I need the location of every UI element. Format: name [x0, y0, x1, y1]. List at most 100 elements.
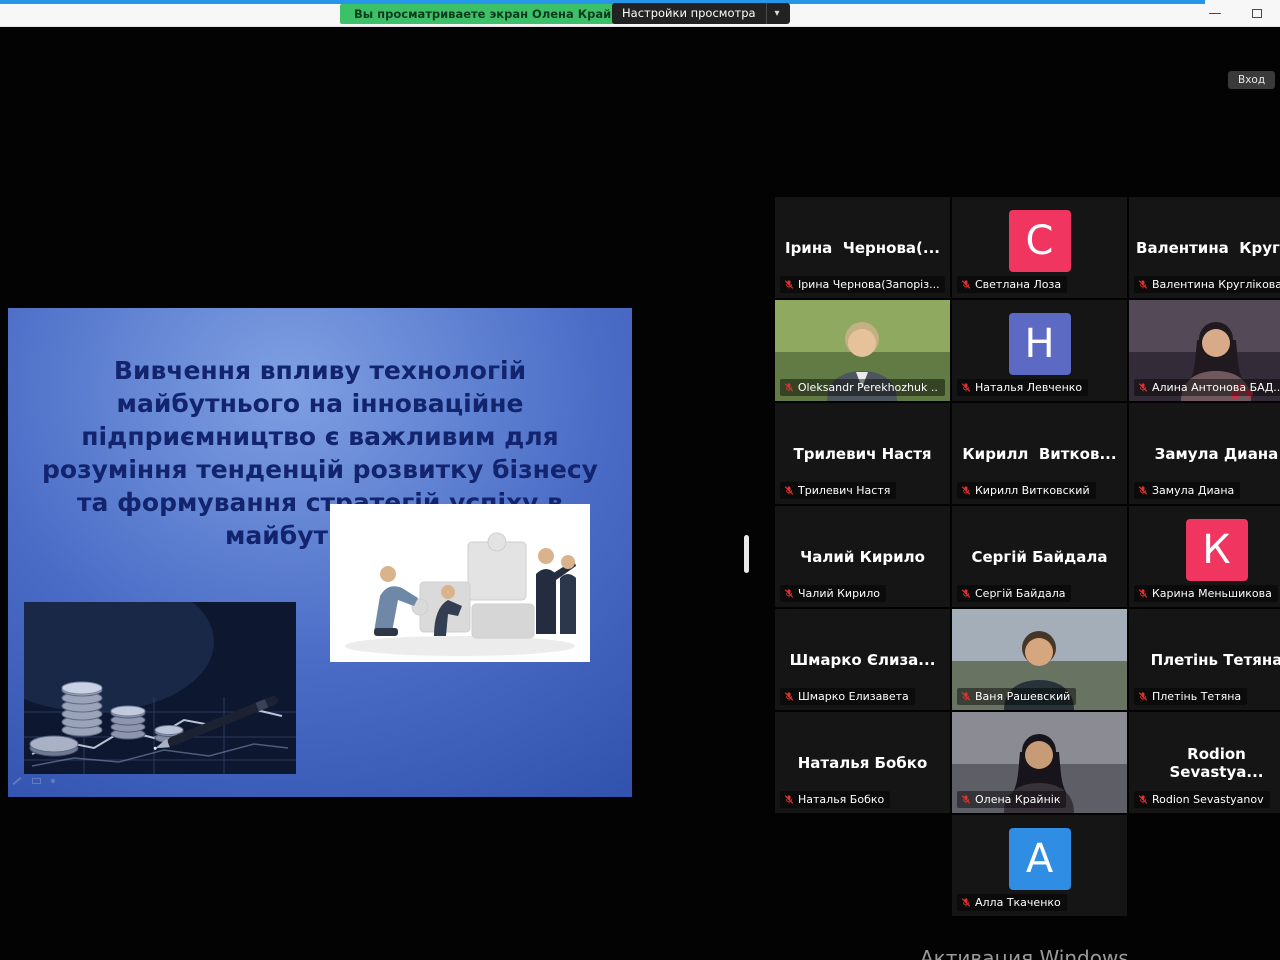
participant-name-label: Плетінь Тетяна	[1152, 690, 1241, 703]
participant-label: Трилевич Настя	[780, 482, 896, 499]
participant-name-label: Наталья Левченко	[975, 381, 1082, 394]
minimize-button[interactable]: —	[1202, 4, 1228, 23]
mic-muted-icon	[1138, 794, 1148, 805]
maximize-button[interactable]	[1244, 4, 1270, 23]
meeting-stage: Вход Вивчення впливу технологій майбутнь…	[0, 27, 1280, 960]
participant-letter-avatar: К	[1186, 519, 1248, 581]
mic-muted-icon	[961, 279, 971, 290]
participant-label: Замула Диана	[1134, 482, 1240, 499]
mic-muted-icon	[961, 691, 971, 702]
participant-name-label: Кирилл Витковский	[975, 484, 1090, 497]
participant-tile[interactable]: Oleksandr Perekhozhuk ...	[775, 300, 950, 401]
participant-label: Rodion Sevastyanov	[1134, 791, 1270, 808]
mic-muted-icon	[1138, 279, 1148, 290]
participant-label: Ірина Чернова(Запоріз...	[780, 276, 945, 293]
mic-muted-icon	[1138, 485, 1148, 496]
participant-tile[interactable]: Валентина Круг... Валентина Круглікова	[1129, 197, 1280, 298]
participant-letter-avatar: Н	[1009, 313, 1071, 375]
windows-activation-watermark: Активация Windows Чтобы активировать Win…	[920, 946, 1278, 960]
watermark-title: Активация Windows	[920, 946, 1278, 960]
participants-panel: Ірина Чернова(... Ірина Чернова(Запоріз.…	[775, 197, 1280, 916]
participant-name-label: Светлана Лоза	[975, 278, 1061, 291]
mic-muted-icon	[961, 485, 971, 496]
pointer-icon[interactable]	[51, 779, 55, 783]
participant-name-label: Шмарко Елизавета	[798, 690, 909, 703]
participant-tile[interactable]: Наталья Бобко Наталья Бобко	[775, 712, 950, 813]
participant-name-label: Карина Меньшикова	[1152, 587, 1272, 600]
participant-name-label: Чалий Кирило	[798, 587, 880, 600]
mic-muted-icon	[961, 382, 971, 393]
participant-tile[interactable]: Замула Диана Замула Диана	[1129, 403, 1280, 504]
participant-name-label: Сергій Байдала	[975, 587, 1065, 600]
screen-share-banner: Вы просматриваете экран Олена Крайнік	[340, 4, 645, 24]
participant-name-label: Алина Антонова БАД...	[1152, 381, 1280, 394]
participant-tile[interactable]: Трилевич Настя Трилевич Настя	[775, 403, 950, 504]
participant-label: Шмарко Елизавета	[780, 688, 915, 705]
participant-tile[interactable]: Ваня Рашевский	[952, 609, 1127, 710]
participant-tile[interactable]: Н Наталья Левченко	[952, 300, 1127, 401]
participant-name-label: Ваня Рашевский	[975, 690, 1070, 703]
participant-tile[interactable]: Чалий Кирило Чалий Кирило	[775, 506, 950, 607]
participant-tile[interactable]: Олена Крайнік	[952, 712, 1127, 813]
participants-grid: Ірина Чернова(... Ірина Чернова(Запоріз.…	[775, 197, 1280, 916]
participant-label: Чалий Кирило	[780, 585, 886, 602]
mic-muted-icon	[1138, 382, 1148, 393]
participant-label: Кирилл Витковский	[957, 482, 1096, 499]
participant-tile[interactable]: Rodion Sevastya... Rodion Sevastyanov	[1129, 712, 1280, 813]
participant-tile[interactable]: Алина Антонова БАД...	[1129, 300, 1280, 401]
participant-label: Ваня Рашевский	[957, 688, 1076, 705]
entry-button[interactable]: Вход	[1228, 71, 1275, 89]
mic-muted-icon	[784, 485, 794, 496]
participant-name-label: Oleksandr Perekhozhuk ...	[798, 381, 939, 394]
participant-tile[interactable]: Сергій Байдала Сергій Байдала	[952, 506, 1127, 607]
participant-tile[interactable]: Ірина Чернова(... Ірина Чернова(Запоріз.…	[775, 197, 950, 298]
mic-muted-icon	[961, 794, 971, 805]
shape-icon[interactable]	[32, 778, 41, 784]
maximize-icon	[1252, 9, 1262, 18]
participant-name-label: Наталья Бобко	[798, 793, 884, 806]
mic-muted-icon	[784, 279, 794, 290]
mic-muted-icon	[784, 588, 794, 599]
view-settings-label: Настройки просмотра	[622, 3, 756, 24]
mic-muted-icon	[961, 588, 971, 599]
participant-label: Oleksandr Perekhozhuk ...	[780, 379, 945, 396]
participant-name-label: Алла Ткаченко	[975, 896, 1061, 909]
participant-name-label: Валентина Круглікова	[1152, 278, 1280, 291]
participant-name-label: Ірина Чернова(Запоріз...	[798, 278, 939, 291]
chevron-down-icon: ▾	[766, 3, 780, 24]
participant-label: Олена Крайнік	[957, 791, 1066, 808]
mic-muted-icon	[784, 691, 794, 702]
minimize-icon: —	[1209, 6, 1222, 21]
mic-muted-icon	[961, 897, 971, 908]
participant-label: Наталья Левченко	[957, 379, 1088, 396]
pencil-icon[interactable]	[13, 777, 22, 785]
window-title-bar: Вы просматриваете экран Олена Крайнік На…	[0, 0, 1280, 27]
participant-name-label: Олена Крайнік	[975, 793, 1060, 806]
mic-muted-icon	[1138, 588, 1148, 599]
coins-chart-pen-image	[24, 602, 296, 774]
puzzle-teamwork-image	[330, 504, 590, 662]
participant-tile[interactable]: К Карина Меньшикова	[1129, 506, 1280, 607]
mic-muted-icon	[784, 794, 794, 805]
participant-label: Наталья Бобко	[780, 791, 890, 808]
participant-name-label: Замула Диана	[1152, 484, 1234, 497]
participant-label: Алина Антонова БАД...	[1134, 379, 1280, 396]
participant-label: Валентина Круглікова	[1134, 276, 1280, 293]
participant-label: Карина Меньшикова	[1134, 585, 1278, 602]
participant-tile[interactable]: Кирилл Витков... Кирилл Витковский	[952, 403, 1127, 504]
mic-muted-icon	[784, 382, 794, 393]
participant-label: Алла Ткаченко	[957, 894, 1067, 911]
participant-tile[interactable]: А Алла Ткаченко	[952, 815, 1127, 916]
participant-name-label: Трилевич Настя	[798, 484, 890, 497]
shared-presentation-slide: Вивчення впливу технологій майбутнього н…	[8, 308, 632, 797]
scrollbar-thumb[interactable]	[744, 535, 749, 573]
participant-name-label: Rodion Sevastyanov	[1152, 793, 1264, 806]
participant-tile[interactable]: С Светлана Лоза	[952, 197, 1127, 298]
view-settings-button[interactable]: Настройки просмотра ▾	[612, 3, 790, 24]
mic-muted-icon	[1138, 691, 1148, 702]
participant-label: Сергій Байдала	[957, 585, 1071, 602]
participant-tile[interactable]: Плетінь Тетяна Плетінь Тетяна	[1129, 609, 1280, 710]
participant-label: Светлана Лоза	[957, 276, 1067, 293]
participant-tile[interactable]: Шмарко Єлиза... Шмарко Елизавета	[775, 609, 950, 710]
participant-letter-avatar: А	[1009, 828, 1071, 890]
